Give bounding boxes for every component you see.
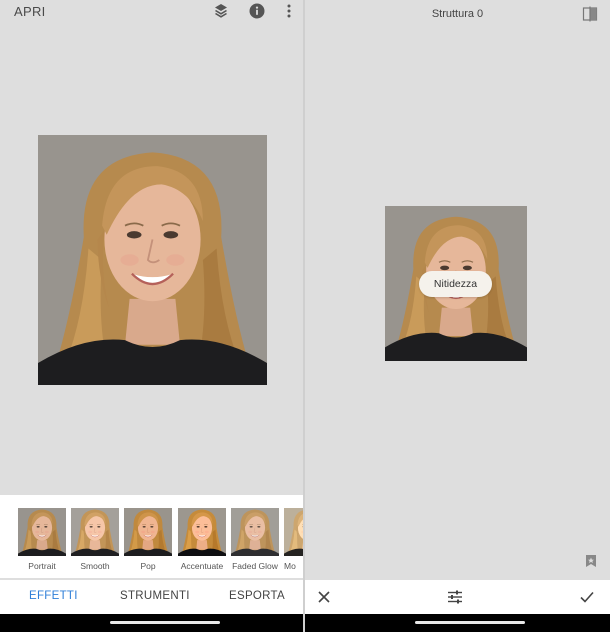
tool-value-label: Struttura 0 [431,8,484,20]
filter-thumbnail [71,508,119,556]
tab-strumenti[interactable]: STRUMENTI [120,590,190,602]
editor-pane: APRI Portrait Smooth Pop Accentuate Fade… [0,0,303,632]
filter-portrait[interactable]: Portrait [18,508,66,571]
open-button[interactable]: APRI [14,4,46,19]
bottom-tabs: EFFETTI STRUMENTI ESPORTA [0,580,303,614]
filter-label: Mo [284,561,296,571]
filter-smooth[interactable]: Smooth [71,508,119,571]
top-bar: APRI [0,0,303,28]
tool-pane: Struttura 0 Nitidezza [305,0,610,632]
filter-label: Smooth [80,561,110,571]
filter-thumbnail [284,508,303,556]
filter-thumbnail [124,508,172,556]
home-gesture-bar[interactable] [110,621,220,624]
bookmark-icon[interactable] [584,554,598,568]
filter-thumbnail [18,508,66,556]
close-icon[interactable] [316,589,332,605]
compare-icon[interactable] [582,6,598,22]
filter-label: Portrait [28,561,56,571]
filter-thumbnail [231,508,279,556]
filter-more[interactable]: Mo [284,508,303,571]
tool-top-bar: Struttura 0 [305,0,610,28]
main-photo[interactable] [38,135,267,385]
home-gesture-bar[interactable] [415,621,525,624]
tune-icon[interactable] [447,589,463,605]
filter-accentuate[interactable]: Accentuate [178,508,226,571]
check-icon[interactable] [579,589,595,605]
filter-thumbnail [178,508,226,556]
filter-label: Accentuate [180,561,224,571]
system-nav-bar [0,614,303,632]
system-nav-bar [305,614,610,632]
tab-esporta[interactable]: ESPORTA [229,590,285,602]
filter-label: Faded Glow [232,561,278,571]
layers-icon[interactable] [212,2,230,20]
parameter-tooltip: Nitidezza [419,271,492,297]
filter-pop[interactable]: Pop [124,508,172,571]
filter-label: Pop [140,561,156,571]
tab-effetti[interactable]: EFFETTI [29,590,78,602]
info-icon[interactable] [248,2,266,20]
tool-bottom-bar [305,580,610,614]
filter-strip: Portrait Smooth Pop Accentuate Faded Glo… [0,495,303,578]
filter-faded-glow[interactable]: Faded Glow [231,508,279,571]
more-vert-icon[interactable] [280,2,298,20]
